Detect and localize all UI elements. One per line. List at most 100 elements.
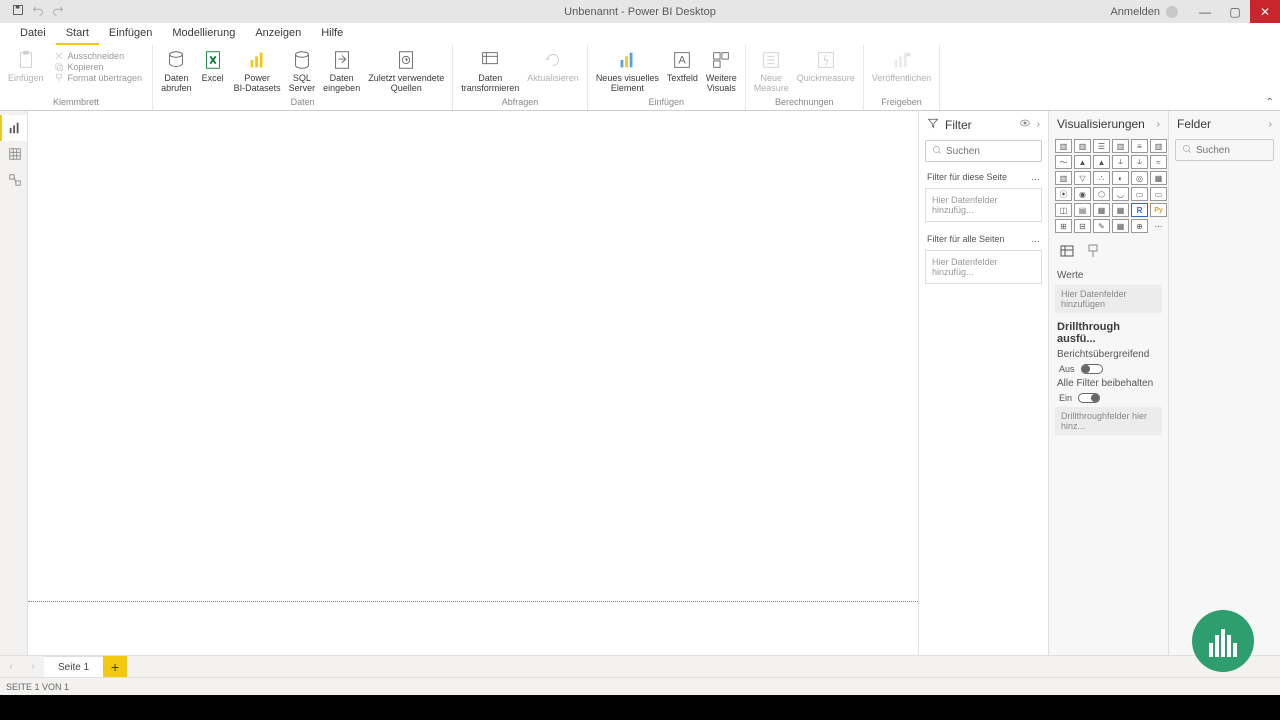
close-button[interactable]: ✕: [1250, 0, 1280, 23]
drillthrough-drop[interactable]: Drillthroughfelder hier hinz...: [1055, 407, 1162, 435]
enter-data-button[interactable]: Daten eingeben: [319, 47, 364, 96]
save-icon[interactable]: [12, 3, 24, 21]
viz-gauge[interactable]: ◡: [1112, 187, 1129, 201]
viz-area[interactable]: ▲: [1074, 155, 1091, 169]
tab-modellierung[interactable]: Modellierung: [162, 23, 245, 45]
viz-filled-map[interactable]: ◉: [1074, 187, 1091, 201]
viz-python[interactable]: Py: [1150, 203, 1167, 217]
recent-icon: [395, 49, 417, 71]
viz-type-grid: ▥ ▥ ☰ ▥ ≡ ▥ 〜 ▲ ▲ ⫝ ⫝ ≈ ▥ ▽ ∴ ◐ ◎ ▦ ⦿ ◉: [1049, 137, 1168, 239]
text-box-button[interactable]: ATextfeld: [663, 47, 702, 96]
quick-measure-button: Quickmeasure: [793, 47, 859, 96]
viz-qa[interactable]: ✎: [1093, 219, 1110, 233]
viz-arcgis[interactable]: ⊕: [1131, 219, 1148, 233]
viz-r[interactable]: R: [1131, 203, 1148, 217]
fields-search[interactable]: [1175, 139, 1274, 161]
collapse-filter-icon[interactable]: ›: [1037, 119, 1040, 130]
viz-funnel[interactable]: ▽: [1074, 171, 1091, 185]
filter-search[interactable]: [925, 140, 1042, 162]
page-tab-1[interactable]: Seite 1: [44, 656, 103, 677]
fields-title: Felder: [1177, 117, 1211, 131]
report-view-button[interactable]: [0, 115, 27, 141]
cut-button: Ausschneiden: [54, 51, 143, 61]
viz-line-clustered[interactable]: ⫝: [1131, 155, 1148, 169]
pbi-icon: [246, 49, 268, 71]
collapse-viz-icon[interactable]: ›: [1157, 119, 1160, 130]
redo-icon[interactable]: [52, 3, 64, 21]
fields-search-input[interactable]: [1196, 145, 1280, 156]
get-data-icon: [165, 49, 187, 71]
excel-button[interactable]: Excel: [196, 47, 230, 96]
viz-line-column[interactable]: ⫝: [1112, 155, 1129, 169]
fields-pane: Felder ›: [1168, 111, 1280, 655]
minimize-button[interactable]: —: [1190, 0, 1220, 23]
signin-link[interactable]: Anmelden: [1110, 6, 1160, 18]
viz-donut[interactable]: ◎: [1131, 171, 1148, 185]
filter-all-pages-drop[interactable]: Hier Datenfelder hinzufüg...: [925, 250, 1042, 284]
eye-icon[interactable]: [1019, 117, 1031, 132]
viz-kpi[interactable]: ◫: [1055, 203, 1072, 217]
viz-more[interactable]: ⋯: [1150, 219, 1167, 233]
viz-multi-card[interactable]: ▭: [1150, 187, 1167, 201]
filter-this-page-drop[interactable]: Hier Datenfelder hinzufüg...: [925, 188, 1042, 222]
collapse-ribbon-icon[interactable]: ⌃: [1266, 97, 1274, 108]
watermark-logo: [1192, 610, 1254, 672]
viz-stacked-bar[interactable]: ▥: [1055, 139, 1072, 153]
report-canvas[interactable]: ↖: [28, 111, 918, 655]
viz-treemap[interactable]: ▦: [1150, 171, 1167, 185]
viz-slicer[interactable]: ▤: [1074, 203, 1091, 217]
add-page-button[interactable]: +: [103, 656, 127, 677]
tab-anzeigen[interactable]: Anzeigen: [245, 23, 311, 45]
tab-einfuegen[interactable]: Einfügen: [99, 23, 162, 45]
format-tab-icon[interactable]: [1085, 243, 1101, 264]
viz-stacked-column[interactable]: ▥: [1074, 139, 1091, 153]
tab-start[interactable]: Start: [56, 23, 99, 45]
viz-100-bar[interactable]: ≡: [1131, 139, 1148, 153]
viz-100-column[interactable]: ▥: [1150, 139, 1167, 153]
pbi-datasets-button[interactable]: Power BI-Datasets: [230, 47, 285, 96]
values-label: Werte: [1049, 268, 1168, 283]
sql-server-button[interactable]: SQL Server: [285, 47, 320, 96]
viz-clustered-column[interactable]: ▥: [1112, 139, 1129, 153]
maximize-button[interactable]: ▢: [1220, 0, 1250, 23]
tab-datei[interactable]: Datei: [10, 23, 56, 45]
values-drop[interactable]: Hier Datenfelder hinzufügen: [1055, 285, 1162, 313]
viz-table[interactable]: ▦: [1093, 203, 1110, 217]
fields-tab-icon[interactable]: [1059, 243, 1075, 264]
clipboard-icon: [15, 49, 37, 71]
viz-line[interactable]: 〜: [1055, 155, 1072, 169]
recent-sources-button[interactable]: Zuletzt verwendete Quellen: [364, 47, 448, 96]
ribbon-tabs: Datei Start Einfügen Modellierung Anzeig…: [0, 23, 1280, 45]
refresh-icon: [542, 49, 564, 71]
data-view-button[interactable]: [0, 141, 27, 167]
viz-shape-map[interactable]: ⬡: [1093, 187, 1110, 201]
viz-waterfall[interactable]: ▥: [1055, 171, 1072, 185]
page-prev[interactable]: ‹: [0, 656, 22, 677]
viz-scatter[interactable]: ∴: [1093, 171, 1110, 185]
chart-icon: [616, 49, 638, 71]
avatar-icon[interactable]: [1166, 6, 1178, 18]
tab-hilfe[interactable]: Hilfe: [311, 23, 353, 45]
viz-matrix[interactable]: ▦: [1112, 203, 1129, 217]
viz-decomposition[interactable]: ⊟: [1074, 219, 1091, 233]
keep-filters-toggle[interactable]: [1078, 393, 1100, 403]
new-visual-button[interactable]: Neues visuelles Element: [592, 47, 663, 96]
viz-clustered-bar[interactable]: ☰: [1093, 139, 1110, 153]
collapse-fields-icon[interactable]: ›: [1269, 119, 1272, 130]
get-data-button[interactable]: Daten abrufen: [157, 47, 196, 96]
paste-button: Einfügen: [4, 47, 48, 96]
page-next[interactable]: ›: [22, 656, 44, 677]
viz-stacked-area[interactable]: ▲: [1093, 155, 1110, 169]
viz-card[interactable]: ▭: [1131, 187, 1148, 201]
model-view-button[interactable]: [0, 167, 27, 193]
viz-map[interactable]: ⦿: [1055, 187, 1072, 201]
viz-pie[interactable]: ◐: [1112, 171, 1129, 185]
cross-report-toggle[interactable]: [1081, 364, 1103, 374]
more-visuals-button[interactable]: Weitere Visuals: [702, 47, 741, 96]
transform-data-button[interactable]: Daten transformieren: [457, 47, 523, 96]
publish-icon: [890, 49, 912, 71]
viz-key-influencers[interactable]: ⊞: [1055, 219, 1072, 233]
viz-paginated[interactable]: ▦: [1112, 219, 1129, 233]
viz-ribbon[interactable]: ≈: [1150, 155, 1167, 169]
undo-icon[interactable]: [32, 3, 44, 21]
